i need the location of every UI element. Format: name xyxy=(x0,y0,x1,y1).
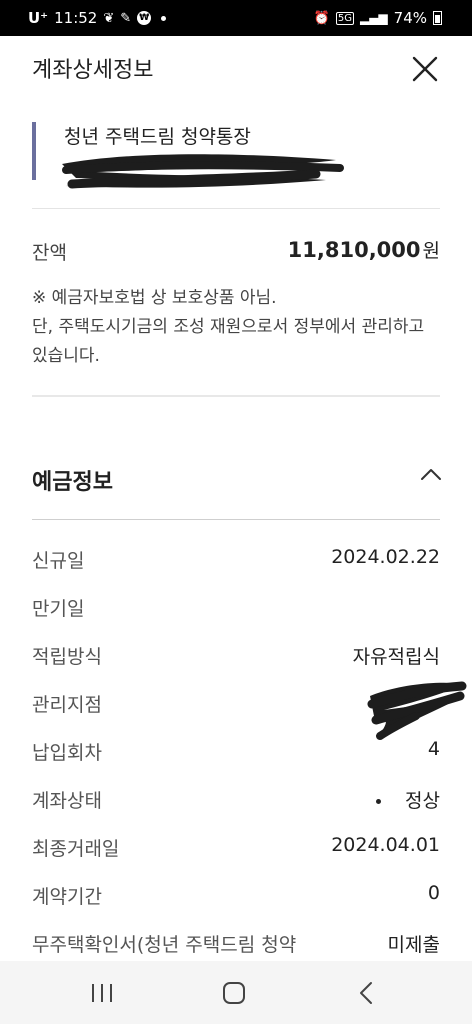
signal-icon: ▂▄▆ xyxy=(359,11,388,25)
info-row-saving-method: 적립방식 자유적립식 xyxy=(32,642,440,672)
deposit-info-title[interactable]: 예금정보 xyxy=(32,464,113,496)
balance-amount: 11,810,000 원 xyxy=(288,236,440,263)
row-value-wrapper: 정상 xyxy=(376,786,440,813)
close-button[interactable] xyxy=(410,54,440,84)
info-row-last-transaction: 최종거래일 2024.04.01 xyxy=(32,834,440,864)
network-type-label: 5G xyxy=(335,11,354,25)
row-label: 관리지점 xyxy=(32,694,102,716)
divider xyxy=(32,395,440,397)
row-value: 0 xyxy=(427,882,440,904)
notice-line-2: 단, 주택도시기금의 조성 재원으로서 정부에서 관리하고 있습니다. xyxy=(32,317,425,366)
redacted-account-number xyxy=(62,154,344,189)
row-value: 미제출 xyxy=(387,934,440,956)
won-app-icon: ₩ xyxy=(137,11,152,25)
system-navigation-bar xyxy=(0,961,472,1024)
alarm-icon: ⏰ xyxy=(313,10,330,26)
time-label: 11:52 xyxy=(54,9,98,27)
home-icon xyxy=(223,982,245,1004)
row-label: 무주택확인서(청년 주택드림 청약 xyxy=(32,934,297,956)
notification-dot-icon xyxy=(161,15,167,21)
row-label: 계약기간 xyxy=(32,886,102,908)
notice-line-1: ※ 예금자보호법 상 보호상품 아님. xyxy=(32,288,277,308)
row-label: 신규일 xyxy=(32,550,85,572)
back-icon xyxy=(360,982,372,1004)
battery-icon xyxy=(433,11,442,25)
deposit-protection-notice: ※ 예금자보호법 상 보호상품 아님. 단, 주택도시기금의 조성 재원으로서 … xyxy=(32,284,440,371)
chevron-up-icon[interactable] xyxy=(420,466,442,482)
row-label: 최종거래일 xyxy=(32,838,120,860)
row-label: 만기일 xyxy=(32,598,85,620)
product-name: 청년 주택드림 청약통장 xyxy=(64,126,251,148)
row-label: 납입회차 xyxy=(32,742,102,764)
info-row-contract-period: 계약기간 0 xyxy=(32,882,440,912)
home-button[interactable] xyxy=(214,979,254,1007)
pen-icon: ✎ xyxy=(120,10,132,26)
row-value: 정상 xyxy=(405,790,440,812)
back-button[interactable] xyxy=(346,979,386,1007)
recents-button[interactable] xyxy=(82,979,122,1007)
row-value: 2024.04.01 xyxy=(331,834,440,856)
close-icon xyxy=(412,56,438,82)
status-bar: U⁺ 11:52 ❦ ✎ ₩ ⏰ 5G ▂▄▆ 74% xyxy=(0,0,472,36)
status-dot-icon xyxy=(376,799,382,804)
balance-label: 잔액 xyxy=(32,242,67,264)
divider xyxy=(32,208,440,209)
page-title: 계좌상세정보 xyxy=(32,58,154,83)
row-label: 적립방식 xyxy=(32,646,102,668)
recents-icon xyxy=(92,984,112,1002)
carrier-label: U⁺ xyxy=(28,9,49,27)
balance-number: 11,810,000 xyxy=(287,238,421,262)
info-row-payment-count: 납입회차 4 xyxy=(32,738,440,768)
row-value: 4 xyxy=(427,738,440,760)
divider xyxy=(32,519,440,520)
info-row-maturity-date: 만기일 xyxy=(32,594,440,624)
battery-percent-label: 74% xyxy=(393,9,427,27)
row-value: 자유적립식 xyxy=(352,646,440,668)
leaf-icon: ❦ xyxy=(103,10,115,26)
product-header: 청년 주택드림 청약통장 xyxy=(32,122,251,180)
row-label: 계좌상태 xyxy=(32,790,102,812)
row-value: 2024.02.22 xyxy=(331,546,440,568)
info-row-homeless-certificate: 무주택확인서(청년 주택드림 청약 미제출 xyxy=(32,930,440,960)
info-row-account-status: 계좌상태 정상 xyxy=(32,786,440,816)
balance-unit: 원 xyxy=(422,240,440,262)
info-row-open-date: 신규일 2024.02.22 xyxy=(32,546,440,576)
